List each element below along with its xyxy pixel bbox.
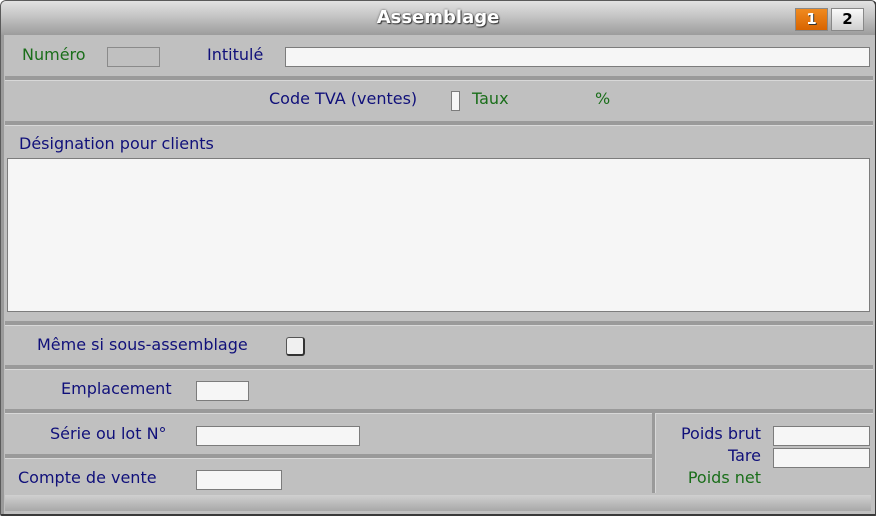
serie-lot-label: Série ou lot N° (50, 424, 167, 443)
poids-net-label: Poids net (687, 468, 761, 487)
designation-label: Désignation pour clients (19, 134, 214, 153)
page-2-button[interactable]: 2 (831, 8, 864, 31)
numero-label: Numéro (22, 45, 86, 64)
poids-brut-label: Poids brut (680, 424, 761, 443)
tare-input[interactable] (773, 448, 870, 468)
designation-textarea[interactable] (7, 158, 870, 312)
intitule-input[interactable] (285, 47, 870, 67)
taux-label: Taux (472, 89, 509, 108)
separator (5, 365, 873, 370)
separator (5, 121, 873, 126)
vertical-separator (652, 413, 656, 493)
tare-label: Tare (728, 446, 761, 465)
separator (5, 321, 873, 326)
code-tva-label: Code TVA (ventes) (269, 89, 418, 108)
footer-bar (5, 495, 871, 511)
compte-vente-input[interactable] (196, 470, 282, 490)
page-1-button[interactable]: 1 (795, 8, 828, 31)
poids-brut-input[interactable] (773, 426, 870, 446)
separator (5, 454, 652, 459)
serie-lot-input[interactable] (196, 426, 360, 446)
meme-si-sous-assemblage-checkbox[interactable] (286, 337, 305, 356)
separator (5, 76, 873, 81)
emplacement-input[interactable] (196, 381, 249, 401)
title-bar: Assemblage 1 2 (1, 1, 875, 35)
taux-unit: % (595, 89, 611, 108)
window-title: Assemblage (376, 7, 500, 28)
meme-si-sous-assemblage-label: Même si sous-assemblage (37, 335, 248, 354)
assemblage-window: Assemblage 1 2 Numéro Intitulé Code TVA … (0, 0, 876, 516)
code-tva-input[interactable] (451, 91, 460, 111)
emplacement-label: Emplacement (61, 379, 172, 398)
separator (5, 409, 873, 414)
left-edge (1, 35, 4, 514)
intitule-label: Intitulé (207, 45, 264, 64)
numero-field (107, 47, 160, 67)
compte-vente-label: Compte de vente (18, 468, 157, 487)
